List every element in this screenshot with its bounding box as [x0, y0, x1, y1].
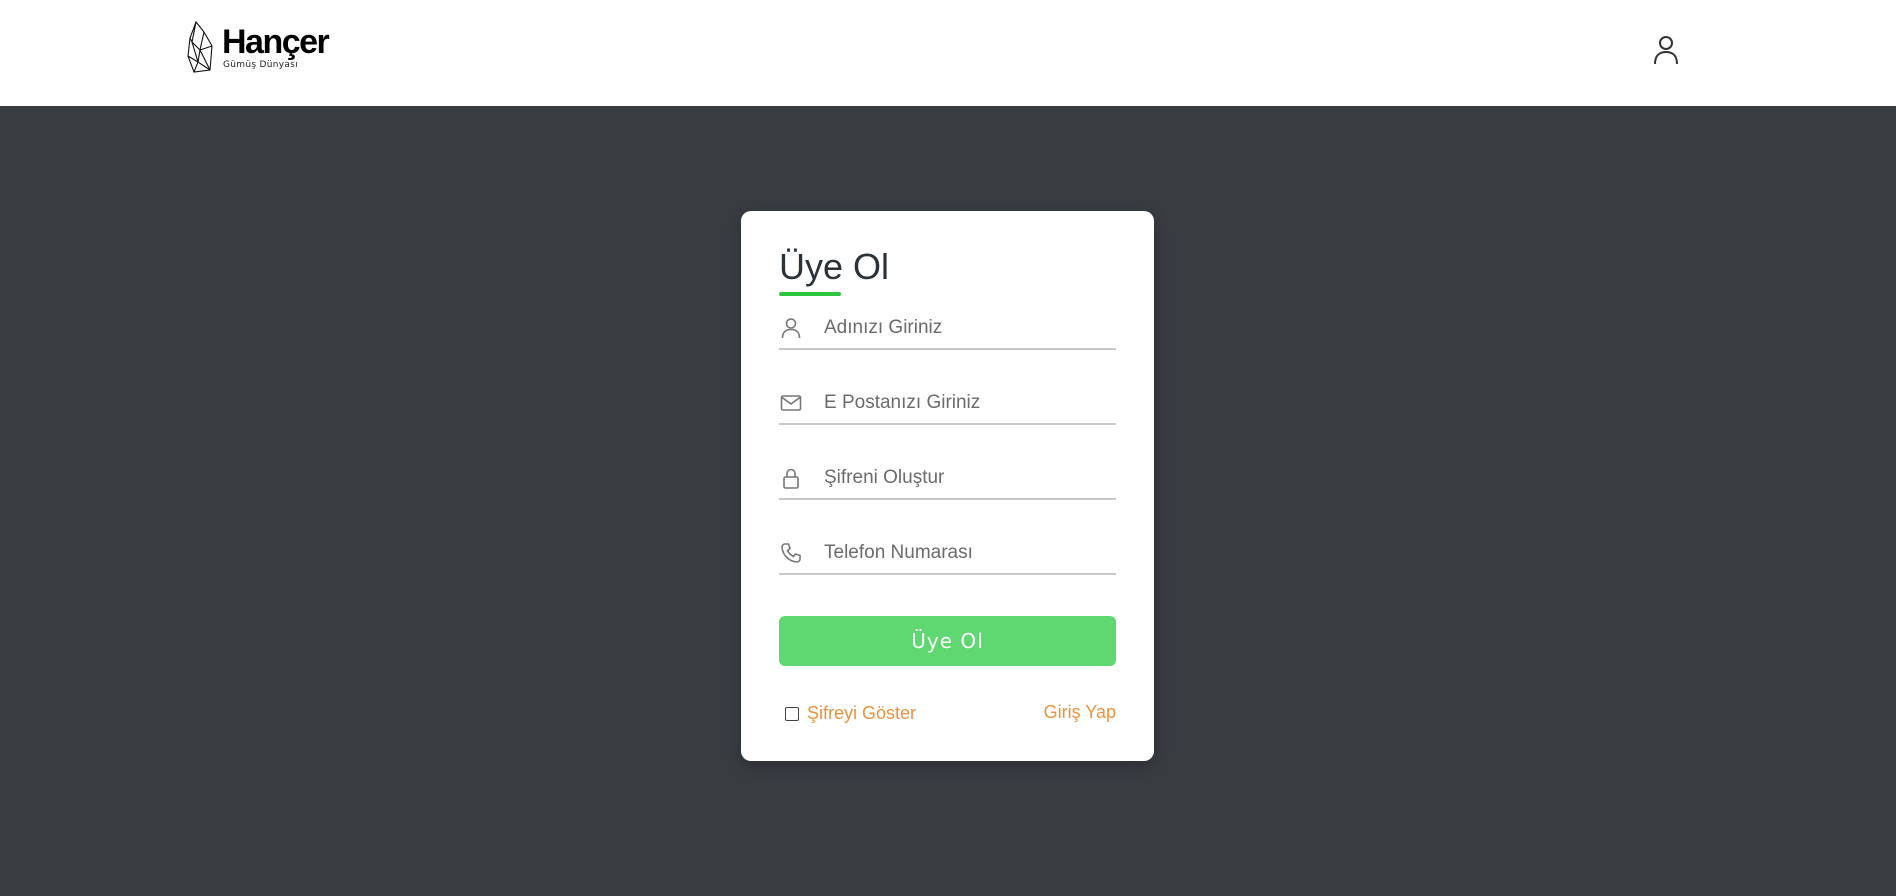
phone-input[interactable] — [822, 541, 1106, 565]
show-password-label[interactable]: Şifreyi Göster — [807, 703, 916, 724]
register-card: Üye Ol Adınızı Giriniz E Postanızı Girin… — [741, 211, 1154, 761]
email-field[interactable] — [779, 383, 1116, 425]
account-button[interactable] — [1650, 32, 1682, 68]
show-password-checkbox[interactable] — [785, 706, 799, 721]
form-title: Üye Ol — [779, 246, 890, 287]
show-password-toggle[interactable]: Şifreyi Göster — [785, 703, 916, 724]
name-input[interactable] — [822, 316, 1106, 340]
lock-icon — [779, 466, 803, 490]
password-input[interactable] — [822, 466, 1106, 490]
site-header: Hançer Gümüş Dünyası — [0, 0, 1896, 106]
brand-subtitle: Gümüş Dünyası — [223, 60, 298, 70]
title-underline — [779, 292, 841, 296]
brand-text: Hançer Gümüş Dünyası — [222, 20, 330, 70]
register-button[interactable]: Üye Ol — [779, 616, 1116, 666]
brand-title: Hançer — [222, 23, 330, 61]
user-icon — [779, 316, 803, 340]
login-link[interactable]: Giriş Yap — [1044, 702, 1116, 723]
phone-field[interactable] — [779, 533, 1116, 575]
user-icon — [1654, 36, 1678, 65]
email-input[interactable] — [822, 391, 1106, 415]
mail-icon — [779, 391, 803, 415]
name-field[interactable] — [779, 308, 1116, 350]
brand-logo[interactable]: Hançer Gümüş Dünyası — [186, 20, 330, 76]
crystal-logo-icon — [187, 20, 213, 73]
password-field[interactable] — [779, 458, 1116, 500]
phone-icon — [779, 541, 803, 565]
